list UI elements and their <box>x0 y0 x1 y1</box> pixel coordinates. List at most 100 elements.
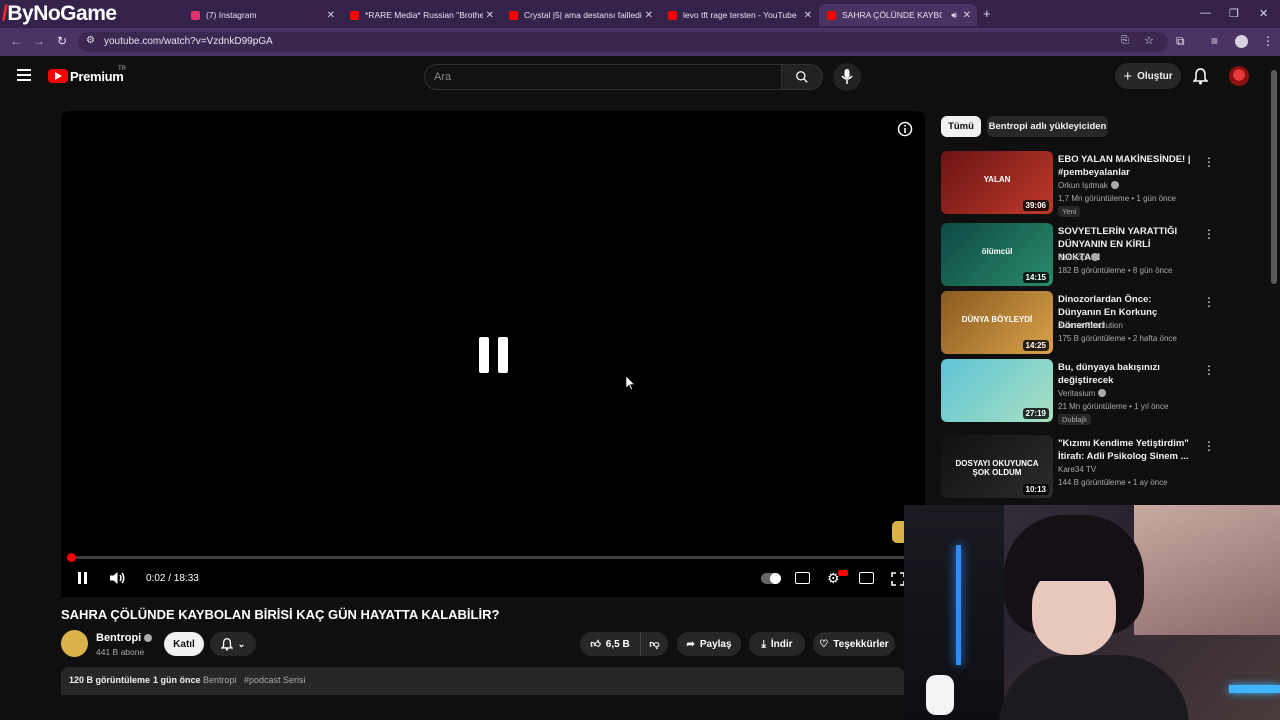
chip-all[interactable]: Tümü <box>941 116 981 137</box>
forward-icon[interactable]: → <box>33 34 45 48</box>
reload-icon[interactable]: ↻ <box>57 34 67 48</box>
hamburger-menu-icon[interactable] <box>17 69 31 81</box>
media-control-icon[interactable]: ≡ <box>1211 34 1218 48</box>
create-button[interactable]: + Oluştur <box>1115 63 1181 89</box>
url-text[interactable]: youtube.com/watch?v=VzdnkD99pGA <box>104 36 273 47</box>
channel-avatar[interactable] <box>61 630 88 657</box>
verified-badge-icon <box>1110 181 1119 189</box>
volume-button[interactable] <box>109 571 126 588</box>
channel-name: Kare34 TV <box>1058 465 1097 474</box>
pause-icon <box>78 572 87 584</box>
profile-icon[interactable] <box>1235 35 1248 48</box>
hd-badge <box>838 570 848 576</box>
channel-line[interactable]: Veritasium <box>1058 389 1107 398</box>
channel-line[interactable]: Kare34 TV <box>1058 465 1096 474</box>
subscribed-notifications-button[interactable]: ⌄ <box>210 632 256 656</box>
miniplayer-icon[interactable] <box>859 572 874 584</box>
recommended-video[interactable]: ölümcül 14:15 SOVYETLERİN YARATTIĞI DÜNYAN… <box>941 223 1215 287</box>
verified-badge-icon <box>1098 389 1107 397</box>
search-button[interactable] <box>781 64 823 90</box>
search-icon <box>796 71 808 83</box>
progress-bar[interactable] <box>72 556 904 559</box>
recommended-video[interactable]: 27:19 Bu, dünyaya bakışınızı değiştirecek… <box>941 359 1215 425</box>
thanks-label: Teşekkürler <box>833 638 889 650</box>
video-title[interactable]: Bu, dünyaya bakışınızı değiştirecek <box>1058 361 1192 387</box>
account-avatar[interactable] <box>1229 66 1249 86</box>
hashtag-link[interactable]: #podcast Serisi <box>244 675 306 685</box>
tab-rare-media[interactable]: *RARE Media* Russian "Brother ✕ <box>342 4 500 26</box>
more-actions-icon[interactable]: ⋮ <box>1203 295 1215 309</box>
fullscreen-icon[interactable] <box>891 572 905 586</box>
tab-instagram[interactable]: (7) Instagram ✕ <box>183 4 341 26</box>
close-tab-icon[interactable]: ✕ <box>327 10 335 21</box>
extensions-icon[interactable]: ⧉ <box>1176 34 1185 49</box>
recommended-video[interactable]: YALAN 39:06 EBO YALAN MAKİNESİNDE! | #pemb… <box>941 151 1215 217</box>
back-icon[interactable]: ← <box>10 34 22 48</box>
channel-name-text: Bentropi <box>96 632 142 644</box>
voice-search-button[interactable] <box>833 63 861 91</box>
new-tab-icon[interactable]: + <box>983 6 991 21</box>
share-button[interactable]: ➦ Paylaş <box>677 632 741 656</box>
tab-levo[interactable]: levo tft rage tersten - YouTube ✕ <box>660 4 818 26</box>
dislike-button[interactable]: 👎︎ <box>640 632 668 656</box>
video-thumbnail[interactable]: YALAN 39:06 <box>941 151 1053 214</box>
more-actions-icon[interactable]: ⋮ <box>1203 439 1215 453</box>
video-badge: Yeni <box>1058 206 1081 217</box>
close-window-icon[interactable]: ✕ <box>1259 7 1268 20</box>
channel-line[interactable]: Orkun Işıtmak <box>1058 181 1119 190</box>
video-thumbnail[interactable]: 27:19 <box>941 359 1053 422</box>
thanks-heart-icon: ♡ <box>819 638 829 650</box>
video-thumbnail[interactable]: DOSYAYI OKUYUNCA ŞOK OLDUM 10:13 <box>941 435 1053 498</box>
menu-kebab-icon[interactable]: ⋮ <box>1262 34 1274 48</box>
chip-from-uploader[interactable]: Bentropi adlı yükleyiciden <box>987 116 1108 137</box>
like-button[interactable]: 👍︎ 6,5 B <box>580 632 640 656</box>
channel-name: Veritasium <box>1058 389 1096 398</box>
autoplay-toggle[interactable] <box>761 573 781 584</box>
more-actions-icon[interactable]: ⋮ <box>1203 363 1215 377</box>
pause-button[interactable] <box>77 572 88 587</box>
video-title[interactable]: EBO YALAN MAKİNESİNDE! | #pembeyalanlar <box>1058 153 1192 179</box>
video-thumbnail[interactable]: ölümcül 14:15 <box>941 223 1053 286</box>
video-thumbnail[interactable]: DÜNYA BÖYLEYDİ 14:25 <box>941 291 1053 354</box>
restore-icon[interactable]: ❐ <box>1229 7 1239 20</box>
page-scrollbar[interactable] <box>1271 70 1277 284</box>
bookmark-star-icon[interactable]: ☆ <box>1144 34 1154 47</box>
close-tab-icon[interactable]: ✕ <box>804 10 812 21</box>
tab-title: Crystal |5| ama destansı failledi <box>524 10 642 20</box>
tab-sahra-active[interactable]: SAHRA ÇÖLÜNDE KAYBOL 🔊︎ ✕ <box>819 4 977 26</box>
scrubber-handle[interactable] <box>67 553 76 562</box>
subtitles-icon[interactable] <box>795 572 810 584</box>
webcam-overlay <box>904 505 1280 720</box>
video-title[interactable]: "Kızımı Kendime Yetiştirdim" İtirafı: Ad… <box>1058 437 1192 463</box>
search-input[interactable] <box>434 71 764 83</box>
install-app-icon[interactable]: ⎘ <box>1121 35 1129 46</box>
search-box[interactable] <box>424 64 782 90</box>
youtube-premium-logo[interactable]: Premium <box>70 69 124 84</box>
recommended-video[interactable]: DÜNYA BÖYLEYDİ 14:25 Dinozorlardan Önce: D… <box>941 291 1215 355</box>
join-button[interactable]: Katıl <box>164 632 204 656</box>
info-icon[interactable] <box>897 121 913 137</box>
youtube-favicon-icon <box>827 10 836 20</box>
address-bar[interactable]: ⚙ youtube.com/watch?v=VzdnkD99pGA ⎘ ☆ <box>78 32 1168 52</box>
close-tab-icon[interactable]: ✕ <box>486 10 494 21</box>
thanks-button[interactable]: ♡ Teşekkürler <box>813 632 895 656</box>
background-chair <box>1134 505 1280 635</box>
youtube-logo-icon[interactable] <box>48 69 68 83</box>
close-tab-icon[interactable]: ✕ <box>645 10 653 21</box>
thumbnail-text: ölümcül <box>981 247 1013 256</box>
more-actions-icon[interactable]: ⋮ <box>1203 155 1215 169</box>
notifications-bell-icon[interactable] <box>1193 68 1208 85</box>
close-tab-icon[interactable]: ✕ <box>963 10 971 21</box>
site-info-icon[interactable]: ⚙ <box>86 35 95 46</box>
speaker-icon[interactable]: 🔊︎ <box>951 10 957 21</box>
minimize-icon[interactable]: — <box>1200 7 1211 19</box>
description-box[interactable]: 120 B görüntüleme 1 gün önce Bentropi #p… <box>61 667 904 695</box>
channel-name[interactable]: Bentropi <box>96 632 153 644</box>
more-actions-icon[interactable]: ⋮ <box>1203 227 1215 241</box>
chevron-down-icon: ⌄ <box>237 638 246 649</box>
recommended-video[interactable]: DOSYAYI OKUYUNCA ŞOK OLDUM 10:13 "Kızımı K… <box>941 435 1215 499</box>
channel-line[interactable]: Bentropi <box>1058 253 1099 262</box>
channel-line[interactable]: Xverse Revolution <box>1058 321 1123 330</box>
download-button[interactable]: ⤓ İndir <box>749 632 805 656</box>
tab-crystal[interactable]: Crystal |5| ama destansı failledi ✕ <box>501 4 659 26</box>
